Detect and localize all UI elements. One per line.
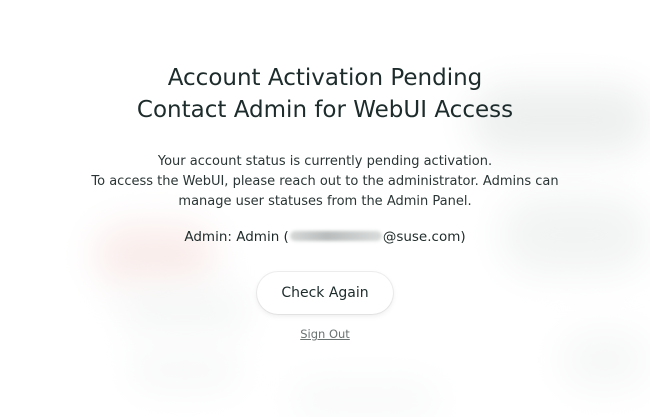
sign-out-link[interactable]: Sign Out xyxy=(0,327,650,341)
check-again-button[interactable]: Check Again xyxy=(257,272,393,314)
title-line-1: Account Activation Pending xyxy=(167,65,483,91)
pending-activation-panel: Account Activation Pending Contact Admin… xyxy=(0,62,650,341)
redacted-email xyxy=(289,231,382,241)
admin-label: Admin: Admin ( xyxy=(184,229,289,245)
description-line-3: manage user statuses from the Admin Pane… xyxy=(178,194,472,209)
page-title: Account Activation Pending Contact Admin… xyxy=(0,62,650,126)
admin-email-domain: @suse.com) xyxy=(382,229,466,245)
status-description: Your account status is currently pending… xyxy=(0,152,650,212)
title-line-2: Contact Admin for WebUI Access xyxy=(136,97,514,123)
description-line-2: To access the WebUI, please reach out to… xyxy=(91,174,559,189)
description-line-1: Your account status is currently pending… xyxy=(157,154,493,169)
admin-contact: Admin: Admin ( @suse.com) xyxy=(0,227,650,247)
